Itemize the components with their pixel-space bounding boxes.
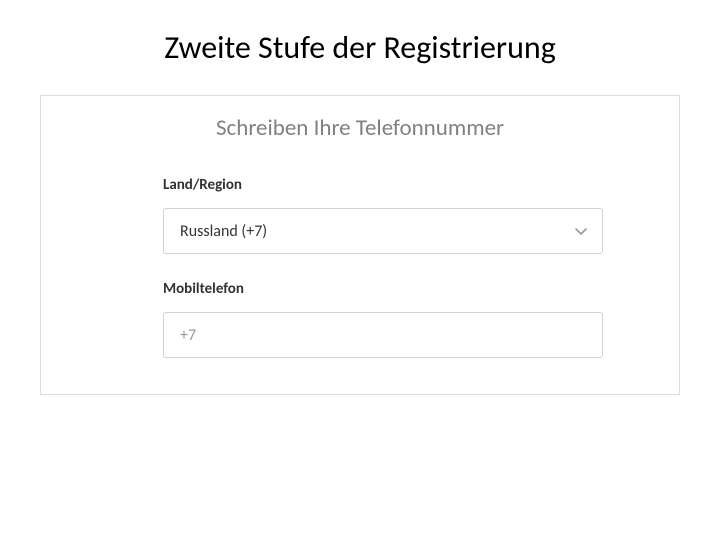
slide: Zweite Stufe der Registrierung Schreiben…: [0, 0, 720, 423]
page-title: Zweite Stufe der Registrierung: [40, 28, 680, 67]
card-subtitle: Schreiben Ihre Telefonnummer: [41, 114, 679, 142]
country-select[interactable]: Russland (+7): [163, 208, 603, 254]
mobile-input[interactable]: [163, 312, 603, 358]
mobile-input-wrap: [163, 312, 603, 358]
registration-card: Schreiben Ihre Telefonnummer Land/Region…: [40, 95, 680, 395]
form-area: Land/Region Russland (+7) Mobiltelefon: [41, 176, 679, 358]
country-select-wrap: Russland (+7): [163, 208, 603, 254]
country-label: Land/Region: [163, 176, 639, 194]
country-selected-value: Russland (+7): [180, 222, 267, 241]
mobile-label: Mobiltelefon: [163, 280, 639, 298]
